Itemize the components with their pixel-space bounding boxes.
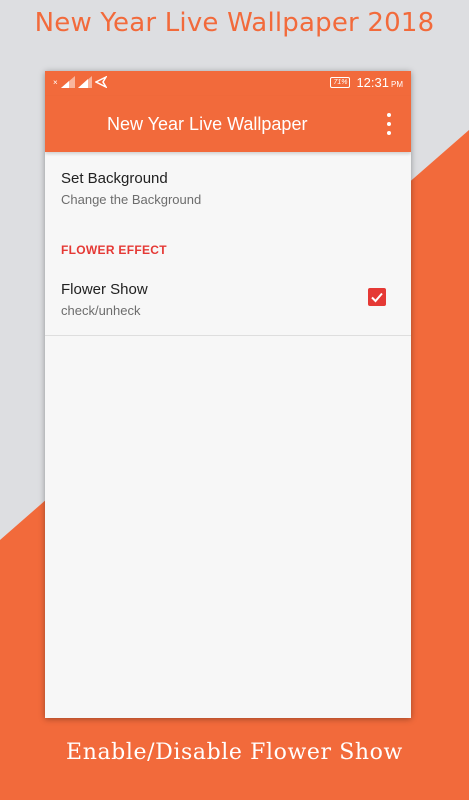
flower-show-checkbox[interactable] [368,288,386,306]
promo-caption: Enable/Disable Flower Show [66,740,403,765]
flower-show-title: Flower Show [61,281,148,298]
clock-time: 12:31 [356,75,389,90]
phone-screen: × 71% 12:31 PM New Year Live Wallpaper Se… [45,71,411,718]
app-bar: New Year Live Wallpaper [45,96,411,152]
check-icon [371,292,383,303]
flower-effect-category: FLOWER EFFECT [61,243,167,257]
promo-title: New Year Live Wallpaper 2018 [34,8,435,38]
signal-icon [77,76,92,88]
status-icons-right: 71% 12:31 PM [330,75,403,90]
set-background-summary: Change the Background [61,192,202,207]
no-signal-x-icon: × [53,77,58,87]
divider [45,335,411,336]
signal-icon [60,76,75,88]
set-background-preference[interactable]: Set Background Change the Background [45,152,411,222]
location-arrow-icon [94,76,107,88]
flower-show-preference[interactable]: Flower Show check/unheck [45,263,411,335]
status-icons-left: × [53,76,107,88]
set-background-title: Set Background [61,170,168,187]
clock-ampm: PM [391,80,403,89]
flower-show-summary: check/unheck [61,303,141,318]
status-bar: × 71% 12:31 PM [45,71,411,96]
battery-icon: 71% [330,77,351,88]
app-title: New Year Live Wallpaper [107,114,308,134]
status-clock: 12:31 PM [356,75,403,90]
more-vert-icon[interactable] [379,113,399,135]
